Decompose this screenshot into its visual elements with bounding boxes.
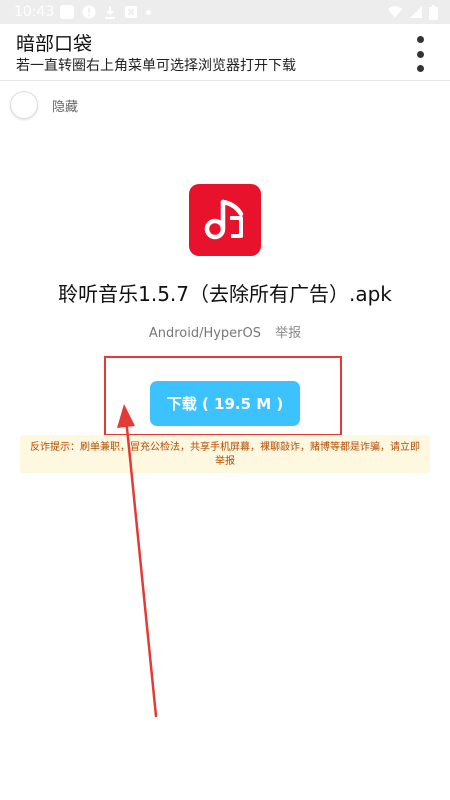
page-title: 暗部口袋: [16, 33, 93, 55]
report-link[interactable]: 举报: [275, 326, 301, 341]
notification-app-icon: [60, 5, 74, 19]
apk-name: 聆听音乐1.5.7（去除所有广告）.apk: [58, 282, 392, 306]
hide-toggle-label: 隐藏: [52, 99, 79, 115]
signal-icon: [410, 6, 422, 18]
anti-fraud-warning-text: 反诈提示：刷单兼职，冒充公检法，共享手机屏幕，裸聊敲诈，赌博等都是诈骗，请立即举…: [30, 442, 420, 467]
more-notifications-dot: [146, 9, 151, 15]
download-button[interactable]: 下载 ( 19.5 M ): [150, 381, 300, 426]
more-menu-button[interactable]: [410, 36, 430, 72]
hide-toggle[interactable]: 隐藏: [10, 90, 78, 120]
status-bar: 10:43: [0, 0, 450, 24]
app-icon: [189, 184, 261, 256]
apk-platform: Android/HyperOS: [148, 326, 262, 341]
close-box-icon: [125, 6, 137, 18]
info-icon: [82, 5, 96, 19]
more-vertical-icon-dot: [416, 50, 424, 58]
music-note-icon: [204, 199, 244, 240]
wifi-icon: [388, 6, 402, 18]
status-time: 10:43: [14, 4, 55, 20]
more-vertical-icon: [416, 36, 424, 43]
app-bar-divider: [0, 80, 450, 81]
anti-fraud-warning: 反诈提示：刷单兼职，冒充公检法，共享手机屏幕，裸聊敲诈，赌博等都是诈骗，请立即举…: [20, 435, 430, 473]
download-notification-icon: [105, 6, 115, 19]
page: 10:43 暗部口袋 若一直转圈右上角菜单可选择浏览器打开下载 隐藏 聆听音乐1…: [0, 0, 450, 800]
page-subtitle: 若一直转圈右上角菜单可选择浏览器打开下载: [16, 58, 296, 74]
apk-meta: Android/HyperOS 举报: [0, 322, 450, 341]
status-notification-icons: [60, 4, 151, 20]
hide-toggle-circle[interactable]: [10, 91, 38, 119]
app-bar: 暗部口袋 若一直转圈右上角菜单可选择浏览器打开下载: [0, 24, 450, 80]
status-system-icons: [387, 4, 438, 20]
battery-icon: [429, 4, 438, 20]
more-vertical-icon-dot: [416, 65, 424, 72]
